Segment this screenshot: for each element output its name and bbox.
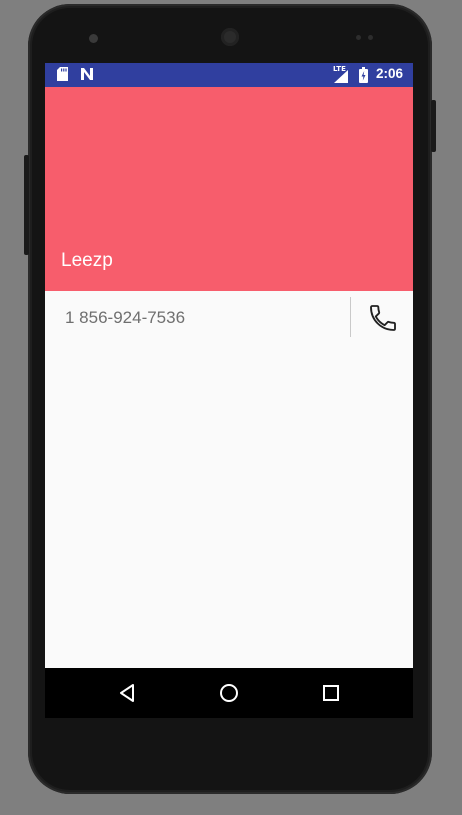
status-bar: LTE 2:06 [45, 63, 413, 87]
back-icon [120, 684, 134, 702]
recents-icon [323, 685, 339, 701]
battery-icon [359, 67, 368, 83]
phone-icon [370, 305, 396, 331]
front-camera [89, 34, 98, 43]
status-clock: 2:06 [376, 66, 404, 81]
phone-number-row[interactable]: 1 856-924-7536 [45, 291, 413, 345]
call-button[interactable] [363, 298, 403, 338]
home-icon [220, 684, 238, 702]
n-notification-icon [81, 68, 93, 80]
phone-number[interactable]: 1 856-924-7536 [65, 308, 185, 328]
app-screen: LTE 2:06 Leezp 1 856-924-7536 [45, 63, 413, 718]
volume-button [24, 155, 29, 255]
contact-header: Leezp [45, 87, 413, 291]
navigation-bar [45, 668, 413, 718]
row-divider [350, 297, 351, 337]
home-button[interactable] [216, 680, 242, 706]
power-button [431, 100, 436, 152]
earpiece-speaker [221, 28, 239, 46]
light-sensor [368, 35, 373, 40]
contact-name: Leezp [61, 250, 113, 271]
signal-icon [334, 70, 348, 83]
recents-button[interactable] [318, 680, 344, 706]
back-button[interactable] [114, 680, 140, 706]
proximity-sensor [356, 35, 361, 40]
sd-card-icon [57, 67, 68, 81]
